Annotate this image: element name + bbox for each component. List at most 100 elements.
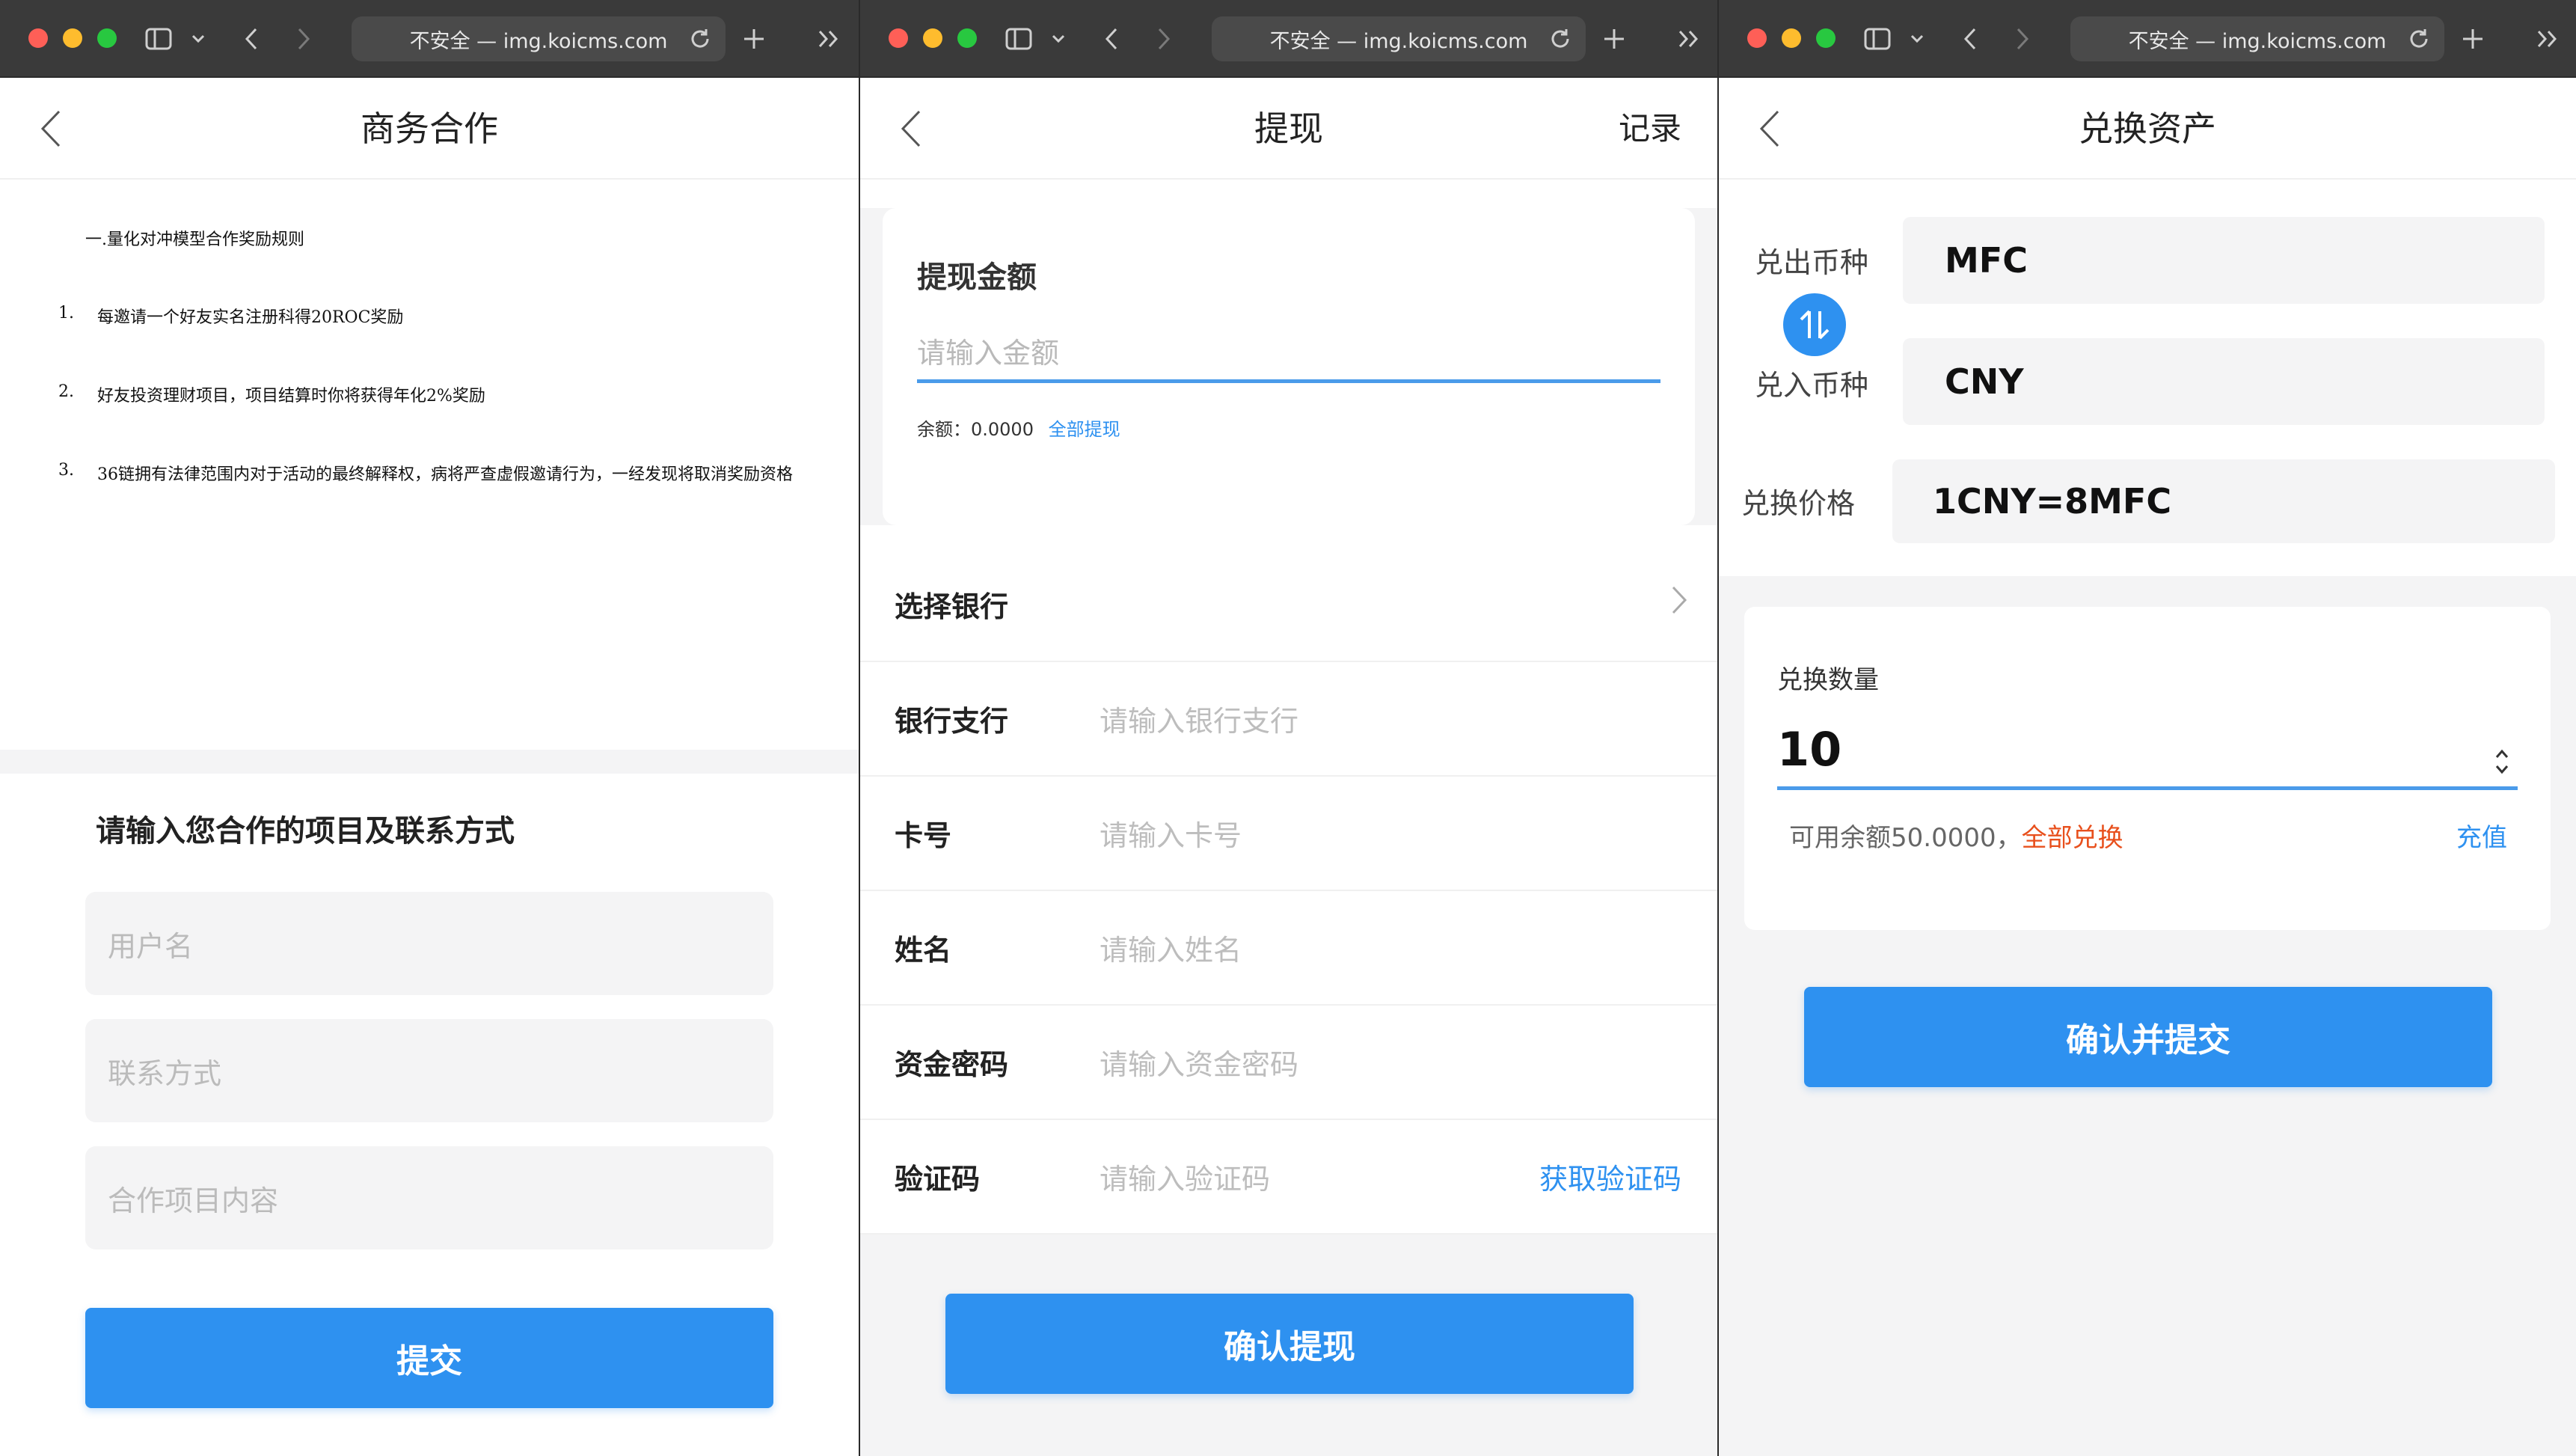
rule-number: 1. — [58, 304, 74, 322]
address-bar[interactable]: 不安全 — img.koicms.com — [352, 16, 726, 61]
chevron-right-icon — [1671, 585, 1687, 618]
verify-code-row[interactable]: 验证码 请输入验证码 获取验证码 — [860, 1120, 1717, 1235]
reload-icon[interactable] — [1548, 27, 1572, 51]
swap-currency-icon[interactable] — [1783, 293, 1846, 356]
rule-text: 每邀请一个好友实名注册科得20ROC奖励 — [97, 308, 404, 327]
bank-info-form: 选择银行 银行支行 请输入银行支行 卡号 请输入卡号 姓名 请输入姓名 资金密码… — [860, 548, 1717, 1235]
quantity-label: 兑换数量 — [1777, 665, 1879, 695]
browser-forward-icon[interactable] — [290, 22, 317, 55]
username-placeholder: 用户名 — [108, 929, 194, 963]
balance-text: 余额：0.0000 — [917, 419, 1034, 440]
new-tab-icon[interactable] — [2459, 22, 2486, 55]
fund-password-input[interactable]: 请输入资金密码 — [1100, 1041, 1717, 1083]
exchange-all-link[interactable]: 全部兑换 — [2022, 817, 2123, 854]
rule-number: 2. — [58, 382, 74, 401]
from-currency-value: MFC — [1945, 240, 2028, 281]
to-currency-select[interactable]: CNY — [1903, 338, 2545, 425]
amount-input[interactable]: 请输入金额 — [917, 322, 1660, 383]
confirm-withdraw-button[interactable]: 确认提现 — [945, 1294, 1634, 1394]
name-row[interactable]: 姓名 请输入姓名 — [860, 891, 1717, 1006]
amount-card: 提现金额 请输入金额 余额：0.0000 全部提现 — [883, 208, 1695, 525]
withdraw-all-link[interactable]: 全部提现 — [1049, 419, 1120, 440]
card-number-input[interactable]: 请输入卡号 — [1100, 813, 1717, 854]
row-label: 验证码 — [895, 1163, 981, 1196]
get-code-button[interactable]: 获取验证码 — [1539, 1156, 1681, 1197]
submit-button[interactable]: 提交 — [85, 1308, 773, 1408]
amount-label: 提现金额 — [917, 260, 1037, 295]
more-tabs-icon[interactable] — [814, 22, 844, 55]
minimize-window-button[interactable] — [63, 28, 82, 48]
recharge-link[interactable]: 充值 — [2456, 817, 2507, 854]
app-header: 提现 记录 — [860, 78, 1717, 180]
exchange-body: 兑换数量 10 可用余额50.0000， 全部兑换 充值 确认并提交 — [1719, 576, 2576, 1456]
price-value: 1CNY=8MFC — [1933, 481, 2172, 521]
browser-forward-icon[interactable] — [2009, 22, 2036, 55]
browser-back-icon[interactable] — [1098, 22, 1125, 55]
available-balance-line: 可用余额50.0000， 全部兑换 充值 — [1777, 817, 2518, 854]
minimize-window-button[interactable] — [923, 28, 942, 48]
browser-window-business: 不安全 — img.koicms.com 商务合作 一.量化对冲模型合作奖励规则… — [0, 0, 859, 1456]
browser-toolbar: 不安全 — img.koicms.com — [0, 0, 859, 78]
page-title: 商务合作 — [361, 108, 498, 149]
chevron-down-icon[interactable] — [1906, 22, 1928, 55]
sidebar-toggle-icon[interactable] — [142, 22, 175, 55]
traffic-lights — [1747, 28, 1836, 48]
rule-text: 好友投资理财项目，项目结算时你将获得年化2%奖励 — [97, 387, 485, 406]
from-currency-select[interactable]: MFC — [1903, 217, 2545, 304]
address-text: 不安全 — img.koicms.com — [2128, 29, 2387, 53]
select-bank-row[interactable]: 选择银行 — [860, 548, 1717, 662]
bank-branch-row[interactable]: 银行支行 请输入银行支行 — [860, 662, 1717, 777]
exchange-currency-section: 兑出币种 MFC 兑入币种 CNY 兑换价格 1CNY=8MFC — [1719, 180, 2576, 576]
name-input[interactable]: 请输入姓名 — [1100, 927, 1717, 968]
fund-password-row[interactable]: 资金密码 请输入资金密码 — [860, 1006, 1717, 1120]
project-content-field[interactable]: 合作项目内容 — [85, 1146, 773, 1249]
browser-forward-icon[interactable] — [1150, 22, 1177, 55]
card-number-row[interactable]: 卡号 请输入卡号 — [860, 777, 1717, 891]
close-window-button[interactable] — [889, 28, 908, 48]
sidebar-toggle-icon[interactable] — [1861, 22, 1894, 55]
rules-list: 1. 每邀请一个好友实名注册科得20ROC奖励 2. 好友投资理财项目，项目结算时你… — [22, 304, 836, 485]
minimize-window-button[interactable] — [1782, 28, 1801, 48]
rule-item: 2. 好友投资理财项目，项目结算时你将获得年化2%奖励 — [22, 382, 836, 406]
quantity-card: 兑换数量 10 可用余额50.0000， 全部兑换 充值 — [1744, 607, 2551, 930]
browser-back-icon[interactable] — [238, 22, 265, 55]
withdraw-footer: 确认提现 — [860, 1235, 1717, 1456]
amount-placeholder: 请输入金额 — [917, 337, 1060, 370]
app-header: 兑换资产 — [1719, 78, 2576, 180]
reload-icon[interactable] — [2407, 27, 2431, 51]
zoom-window-button[interactable] — [1816, 28, 1836, 48]
sidebar-toggle-icon[interactable] — [1002, 22, 1035, 55]
browser-window-withdraw: 不安全 — img.koicms.com 提现 记录 提现金额 请输入金额 余额… — [859, 0, 1717, 1456]
chevron-down-icon[interactable] — [187, 22, 209, 55]
chevron-down-icon[interactable] — [1047, 22, 1070, 55]
section-divider — [0, 750, 859, 774]
quantity-input[interactable]: 10 — [1777, 712, 2518, 790]
username-field[interactable]: 用户名 — [85, 892, 773, 995]
to-currency-label: 兑入币种 — [1755, 369, 1869, 402]
more-tabs-icon[interactable] — [2533, 22, 2563, 55]
reload-icon[interactable] — [688, 27, 712, 51]
page-title: 提现 — [1254, 108, 1323, 149]
address-bar[interactable]: 不安全 — img.koicms.com — [2070, 16, 2444, 61]
new-tab-icon[interactable] — [740, 22, 767, 55]
form-heading: 请输入您合作的项目及联系方式 — [96, 814, 515, 848]
address-text: 不安全 — img.koicms.com — [409, 29, 668, 53]
zoom-window-button[interactable] — [957, 28, 977, 48]
browser-back-icon[interactable] — [1957, 22, 1984, 55]
rule-text: 36链拥有法律范围内对于活动的最终解释权，病将严查虚假邀请行为，一经发现将取消奖… — [97, 465, 793, 484]
more-tabs-icon[interactable] — [1674, 22, 1704, 55]
zoom-window-button[interactable] — [97, 28, 117, 48]
confirm-submit-button[interactable]: 确认并提交 — [1804, 987, 2492, 1087]
close-window-button[interactable] — [1747, 28, 1767, 48]
traffic-lights — [28, 28, 117, 48]
stepper-icon[interactable] — [2494, 735, 2510, 774]
records-link[interactable]: 记录 — [1619, 78, 1681, 180]
close-window-button[interactable] — [28, 28, 48, 48]
row-label: 选择银行 — [895, 590, 1009, 623]
bank-branch-input[interactable]: 请输入银行支行 — [1100, 698, 1717, 739]
cooperation-form: 请输入您合作的项目及联系方式 用户名 联系方式 合作项目内容 提交 — [0, 774, 859, 1408]
browser-window-exchange: 不安全 — img.koicms.com 兑换资产 兑出币种 MFC 兑入币种 … — [1717, 0, 2576, 1456]
address-bar[interactable]: 不安全 — img.koicms.com — [1212, 16, 1586, 61]
contact-field[interactable]: 联系方式 — [85, 1019, 773, 1122]
new-tab-icon[interactable] — [1601, 22, 1628, 55]
